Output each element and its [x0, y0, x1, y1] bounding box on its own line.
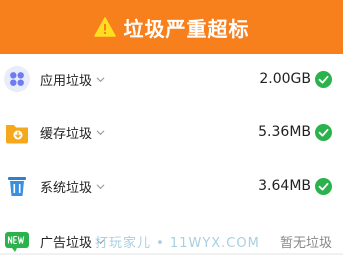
chevron-down-icon[interactable]	[96, 128, 105, 137]
item-status-text: 暂无垃圾	[279, 235, 332, 251]
list-item-app-junk[interactable]: 应用垃圾 2.00GB	[0, 54, 343, 104]
list-item-cache-junk[interactable]: 缓存垃圾 5.36MB	[0, 107, 343, 157]
item-size: 3.64MB	[258, 178, 311, 194]
warning-icon	[93, 17, 116, 37]
item-label: 系统垃圾	[40, 180, 93, 196]
chevron-down-icon[interactable]	[96, 75, 105, 84]
item-size: 5.36MB	[258, 124, 311, 140]
check-icon	[315, 123, 332, 141]
item-label: 广告垃圾	[40, 235, 93, 251]
item-label: 缓存垃圾	[40, 126, 93, 142]
chevron-down-icon[interactable]	[96, 182, 105, 191]
banner-title: 垃圾严重超标	[123, 16, 250, 41]
warning-banner: 垃圾严重超标	[0, 0, 343, 54]
list-item-system-junk[interactable]: 系统垃圾 3.64MB	[0, 161, 343, 211]
watermark: 打玩家儿 • 11WYX.COM	[95, 236, 260, 251]
item-size: 2.00GB	[259, 71, 311, 87]
check-icon	[315, 70, 332, 88]
check-icon	[315, 177, 332, 195]
trash-bin-icon	[4, 173, 30, 199]
cache-folder-icon	[4, 119, 30, 145]
apps-icon	[4, 66, 30, 92]
new-badge-icon	[4, 228, 30, 254]
item-label: 应用垃圾	[40, 73, 93, 89]
